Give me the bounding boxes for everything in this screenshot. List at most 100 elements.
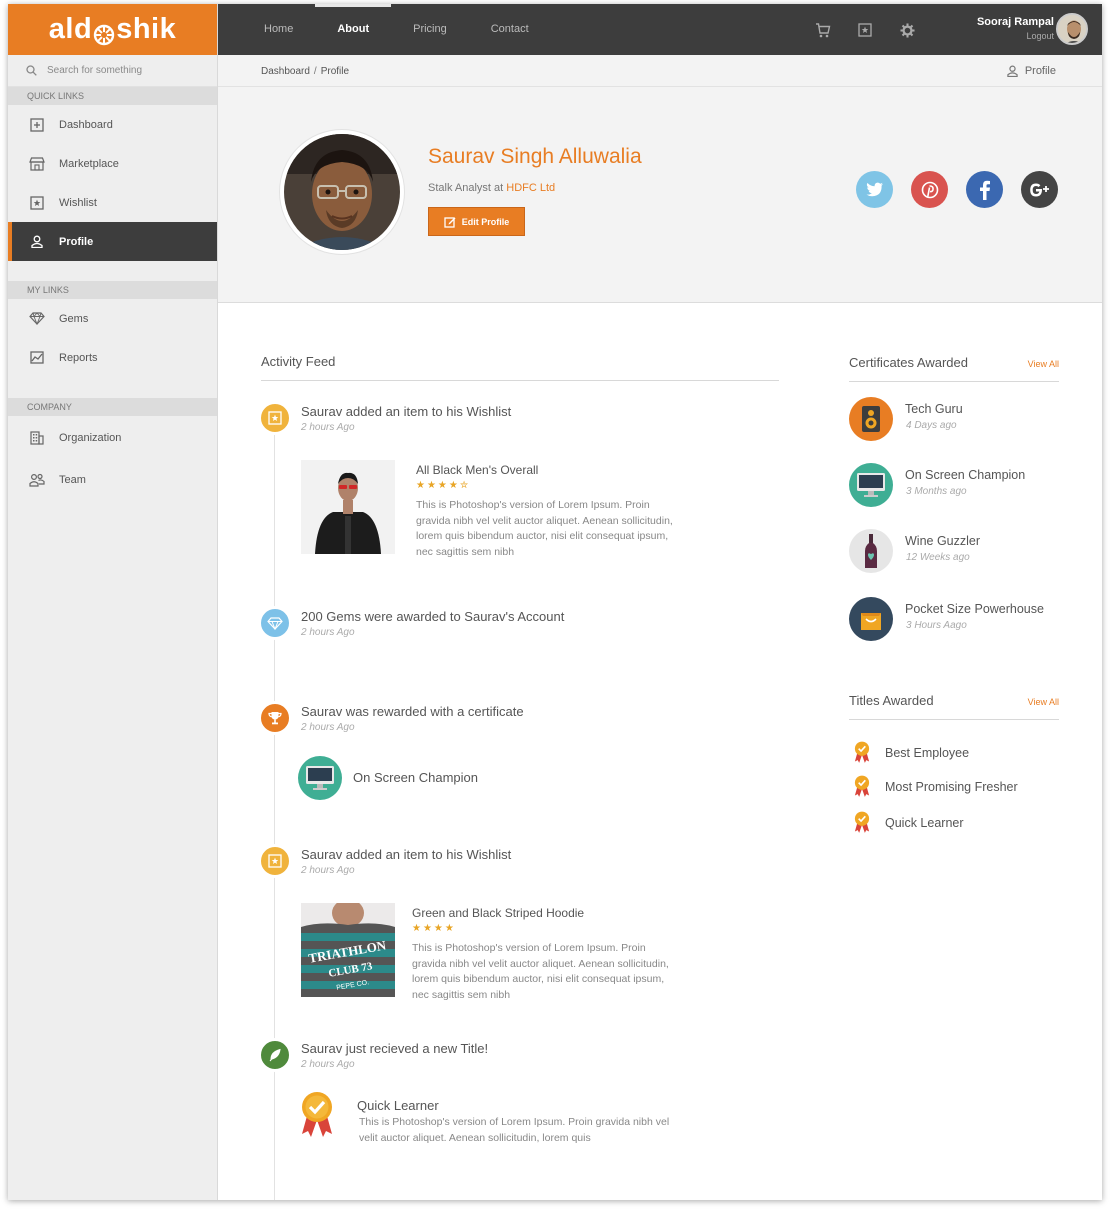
breadcrumb-profile: Profile <box>320 66 350 77</box>
twitter-icon[interactable] <box>856 171 893 208</box>
event-title: Saurav was rewarded with a certificate <box>301 704 524 719</box>
sidebar-item-label: Team <box>59 473 86 486</box>
sidebar-item-label: Reports <box>59 351 98 364</box>
sidebar: ald shik Search for something QUICK LINK… <box>8 4 218 1200</box>
top-nav: Home About Pricing Contact <box>242 4 551 55</box>
product-image[interactable]: TRIATHLON CLUB 73 PEPE CO. <box>301 903 395 997</box>
nav-pricing[interactable]: Pricing <box>391 4 469 55</box>
title-award-name: Quick Learner <box>357 1098 439 1113</box>
wishlist-star-icon <box>258 401 292 435</box>
product-description: This is Photoshop's version of Lorem Ips… <box>412 942 669 1001</box>
event-title: 200 Gems were awarded to Saurav's Accoun… <box>301 609 565 624</box>
sidebar-item-label: Wishlist <box>59 196 97 209</box>
quick-links-title: QUICK LINKS <box>8 87 217 105</box>
team-icon <box>28 471 46 489</box>
user-name: Sooraj Rampal <box>976 16 1054 28</box>
ribbon-badge-icon <box>854 811 870 833</box>
sidebar-item-team[interactable]: Team <box>8 460 217 499</box>
product-image[interactable] <box>301 460 395 554</box>
social-links <box>838 171 1058 208</box>
nav-contact[interactable]: Contact <box>469 4 551 55</box>
profile-role: Stalk Analyst at HDFC Ltd <box>428 182 555 194</box>
trophy-icon <box>258 701 292 735</box>
certificate-name: Pocket Size Powerhouse <box>905 602 1044 616</box>
dashboard-icon <box>28 116 46 134</box>
title-item[interactable]: Best Employee <box>853 740 969 765</box>
edit-icon <box>444 216 456 228</box>
rating-stars: ★★★★✮ <box>416 480 471 491</box>
bag-icon <box>849 597 893 641</box>
title-name: Quick Learner <box>885 815 964 830</box>
logo-text-start: ald <box>48 13 93 45</box>
sidebar-item-wishlist[interactable]: Wishlist <box>8 183 217 222</box>
sidebar-item-label: Marketplace <box>59 157 119 170</box>
nav-home[interactable]: Home <box>242 4 315 55</box>
store-icon <box>28 155 46 173</box>
sidebar-item-dashboard[interactable]: Dashboard <box>8 105 217 144</box>
sidebar-item-marketplace[interactable]: Marketplace <box>8 144 217 183</box>
speaker-icon <box>849 397 893 441</box>
titles-title: Titles Awarded <box>849 693 934 708</box>
logo[interactable]: ald shik <box>8 4 217 55</box>
profile-link[interactable]: Profile <box>1007 65 1056 77</box>
title-award-description: This is Photoshop's version of Lorem Ips… <box>359 1116 670 1144</box>
event-title: Saurav just recieved a new Title! <box>301 1041 489 1056</box>
profile-company[interactable]: HDFC Ltd <box>506 182 555 194</box>
profile-name: Saurav Singh Alluwalia <box>428 145 642 168</box>
event-time: 2 hours Ago <box>301 722 355 733</box>
ribbon-badge-icon <box>298 1090 336 1145</box>
breadcrumb-dashboard[interactable]: Dashboard <box>261 66 310 77</box>
edit-profile-button[interactable]: Edit Profile <box>428 207 525 236</box>
avatar[interactable] <box>1056 13 1088 45</box>
wishlist-star-icon[interactable] <box>855 20 875 40</box>
gear-icon[interactable] <box>897 20 917 40</box>
search-input[interactable]: Search for something <box>47 65 142 76</box>
search-bar[interactable]: Search for something <box>8 55 217 87</box>
cart-icon[interactable] <box>813 20 833 40</box>
user-menu[interactable]: Sooraj Rampal Logout <box>977 16 1054 41</box>
app-window: ald shik Search for something QUICK LINK… <box>8 4 1102 1200</box>
product-description: This is Photoshop's version of Lorem Ips… <box>416 499 673 558</box>
sidebar-item-label: Dashboard <box>59 118 113 131</box>
logout-link[interactable]: Logout <box>977 31 1054 41</box>
rating-stars: ★★★★ <box>412 923 456 934</box>
sidebar-item-profile[interactable]: Profile <box>8 222 217 261</box>
certificate-name: Tech Guru <box>905 402 963 416</box>
my-links-title: MY LINKS <box>8 281 217 299</box>
certificate-time: 3 Months ago <box>906 486 967 497</box>
product-name[interactable]: All Black Men's Overall <box>416 463 538 477</box>
google-plus-icon[interactable] <box>1021 171 1058 208</box>
event-time: 2 hours Ago <box>301 627 355 638</box>
sidebar-item-organization[interactable]: Organization <box>8 416 217 460</box>
title-item[interactable]: Quick Learner <box>853 810 964 835</box>
activity-feed-title: Activity Feed <box>261 354 779 381</box>
top-icons <box>813 20 939 40</box>
certificates-view-all[interactable]: View All <box>1028 359 1059 369</box>
ribbon-badge-icon <box>854 741 870 763</box>
facebook-icon[interactable] <box>966 171 1003 208</box>
logo-flower-icon <box>93 21 115 45</box>
activity-feed: Activity Feed <box>261 354 779 381</box>
user-icon <box>1007 65 1018 77</box>
title-name: Best Employee <box>885 745 970 760</box>
monitor-icon <box>298 756 342 800</box>
wishlist-star-icon <box>258 844 292 878</box>
sidebar-item-gems[interactable]: Gems <box>8 299 217 338</box>
product-name[interactable]: Green and Black Striped Hoodie <box>412 906 584 920</box>
sidebar-item-reports[interactable]: Reports <box>8 338 217 377</box>
search-icon <box>26 65 37 76</box>
certificate-name: On Screen Champion <box>353 770 479 785</box>
breadcrumb: Dashboard / Profile <box>261 66 349 77</box>
pinterest-icon[interactable] <box>911 171 948 208</box>
nav-about[interactable]: About <box>315 4 392 55</box>
profile-avatar <box>280 130 404 254</box>
titles-panel: Titles Awarded View All <box>849 693 1059 720</box>
title-item[interactable]: Most Promising Fresher <box>853 774 1018 799</box>
titles-view-all[interactable]: View All <box>1028 697 1059 707</box>
certificate-name: Wine Guzzler <box>905 534 981 548</box>
diamond-icon <box>258 606 292 640</box>
certificate-time: 4 Days ago <box>906 420 957 431</box>
sidebar-item-label: Gems <box>59 312 89 325</box>
user-icon <box>28 233 46 251</box>
certificates-panel: Certificates Awarded View All <box>849 355 1059 382</box>
